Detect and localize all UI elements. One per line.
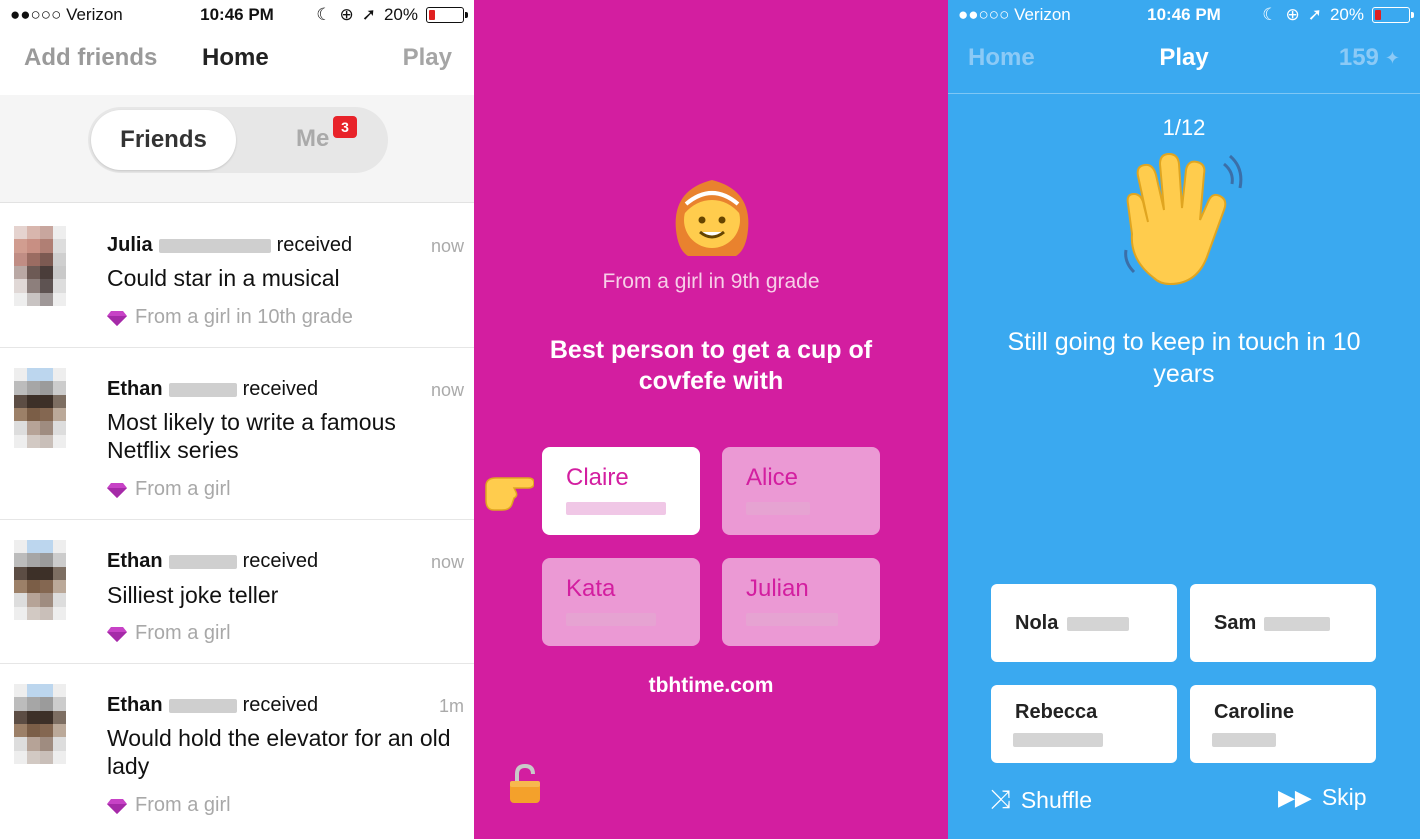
option-card-rebecca[interactable]: Rebecca: [991, 685, 1177, 763]
question-counter: 1/12: [1162, 115, 1206, 140]
score-counter[interactable]: 159 ✦: [1339, 44, 1400, 72]
option-surname-redacted: [746, 613, 838, 626]
feed-item-name: Ethan received: [107, 378, 319, 400]
option-name: Alice: [746, 464, 799, 491]
option-surname-redacted: [1067, 617, 1129, 631]
feed-item-name: Julia received: [107, 234, 353, 256]
feed-item-time: now: [430, 380, 464, 400]
feed-item-message: Would hold the elevator for an old lady: [107, 725, 451, 779]
moon-icon: ☾: [316, 5, 332, 24]
poll-question: Best person to get a cup of covfefe with: [549, 336, 873, 395]
message-screen: From a girl in 9th grade Best person to …: [474, 0, 948, 839]
feed-item[interactable]: Ethan received 1m Would hold the elevator…: [0, 664, 474, 836]
moon-icon: ☾: [1262, 5, 1278, 24]
option-card-alice[interactable]: Alice: [722, 447, 880, 535]
battery-icon: [426, 7, 468, 23]
option-name: Sam: [1214, 612, 1257, 634]
shuffle-button[interactable]: ⤨ Shuffle: [990, 784, 1092, 816]
lock-rotation-icon: ⊕: [339, 5, 354, 24]
option-surname-redacted: [1264, 617, 1330, 631]
skip-label: Skip: [1321, 784, 1367, 810]
play-screen: ●●○○○ Verizon 10:46 PM ☾ ⊕ ➚ 20% Home Pl…: [948, 0, 1420, 839]
option-name: Claire: [566, 464, 629, 491]
website-link[interactable]: tbhtime.com: [474, 674, 948, 698]
status-right: ☾ ⊕ ➚ 20%: [1262, 5, 1414, 25]
status-right: ☾ ⊕ ➚ 20%: [316, 5, 468, 25]
option-card-nola[interactable]: Nola: [991, 584, 1177, 662]
location-icon: ➚: [361, 5, 376, 24]
girl-emoji-icon: [675, 180, 749, 256]
sparkle-icon: ✦: [1384, 47, 1400, 68]
fast-forward-icon: ▶▶: [1278, 784, 1312, 810]
gem-icon: [107, 626, 127, 642]
friend-feed: Julia received now Could star in a musica…: [0, 204, 474, 836]
feed-item-from: From a girl: [107, 794, 231, 817]
option-name: Nola: [1015, 612, 1059, 634]
tab-friends[interactable]: Friends: [91, 110, 236, 170]
option-surname-redacted: [566, 502, 666, 515]
avatar: [14, 684, 66, 764]
status-bar: ●●○○○ Verizon 10:46 PM ☾ ⊕ ➚ 20%: [0, 0, 474, 32]
feed-item-from: From a girl in 10th grade: [107, 306, 353, 329]
feed-item-message: Most likely to write a famous Netflix se…: [107, 409, 396, 463]
feed-item[interactable]: Julia received now Could star in a musica…: [0, 204, 474, 348]
avatar: [14, 540, 66, 620]
gem-icon: [107, 482, 127, 498]
status-bar: ●●○○○ Verizon 10:46 PM ☾ ⊕ ➚ 20%: [948, 0, 1420, 32]
option-name: Caroline: [1214, 701, 1295, 723]
feed-item-name: Ethan received: [107, 550, 319, 572]
avatar: [14, 226, 66, 306]
feed-item-time: now: [430, 236, 464, 256]
option-card-kata[interactable]: Kata: [542, 558, 700, 646]
segment-bar: Friends Me 3: [0, 95, 474, 203]
pointing-hand-icon: [485, 477, 534, 511]
page-title: Home: [202, 44, 269, 71]
tab-me[interactable]: Me: [296, 125, 329, 153]
feed-item[interactable]: Ethan received now Silliest joke teller F…: [0, 520, 474, 664]
option-name: Rebecca: [1015, 701, 1098, 723]
feed-item-from: From a girl: [107, 622, 231, 645]
home-nav-bar: Add friends Home Play: [0, 44, 474, 84]
add-friends-button[interactable]: Add friends: [24, 44, 157, 72]
feed-item-time: now: [430, 552, 464, 572]
notification-badge: 3: [333, 116, 357, 138]
poll-question: Still going to keep in touch in 10 years: [1007, 328, 1361, 388]
gem-icon: [107, 310, 127, 326]
waving-hand-icon: [1124, 152, 1243, 286]
option-card-caroline[interactable]: Caroline: [1190, 685, 1376, 763]
battery-icon: [1372, 7, 1414, 23]
option-card-claire[interactable]: Claire: [542, 447, 700, 535]
feed-item-message: Silliest joke teller: [107, 582, 279, 608]
option-name: Julian: [746, 575, 809, 602]
score-value: 159: [1338, 44, 1379, 71]
gem-icon: [107, 798, 127, 814]
feed-item-from: From a girl: [107, 478, 231, 501]
unlock-icon[interactable]: [508, 764, 542, 804]
option-surname-redacted: [1013, 733, 1103, 747]
feed-item-time: 1m: [438, 696, 464, 716]
option-card-julian[interactable]: Julian: [722, 558, 880, 646]
option-surname-redacted: [1212, 733, 1276, 747]
home-screen: ●●○○○ Verizon 10:46 PM ☾ ⊕ ➚ 20% Add fri…: [0, 0, 474, 839]
feed-item[interactable]: Ethan received now Most likely to write a…: [0, 348, 474, 520]
feed-item-name: Ethan received: [107, 694, 319, 716]
shuffle-label: Shuffle: [1020, 786, 1093, 813]
avatar: [14, 368, 66, 448]
feed-item-message: Could star in a musical: [107, 265, 340, 291]
option-surname-redacted: [566, 613, 656, 626]
battery-percent: 20%: [1329, 5, 1364, 24]
play-nav-bar: Home Play 159 ✦: [948, 44, 1420, 94]
play-button[interactable]: Play: [403, 44, 452, 72]
battery-percent: 20%: [383, 5, 418, 24]
location-icon: ➚: [1307, 5, 1322, 24]
option-name: Kata: [566, 575, 616, 602]
option-surname-redacted: [746, 502, 810, 515]
skip-button[interactable]: ▶▶ Skip: [1278, 784, 1367, 811]
sender-description: From a girl in 9th grade: [602, 270, 820, 293]
lock-rotation-icon: ⊕: [1285, 5, 1300, 24]
option-card-sam[interactable]: Sam: [1190, 584, 1376, 662]
shuffle-icon: ⤨: [990, 784, 1011, 814]
